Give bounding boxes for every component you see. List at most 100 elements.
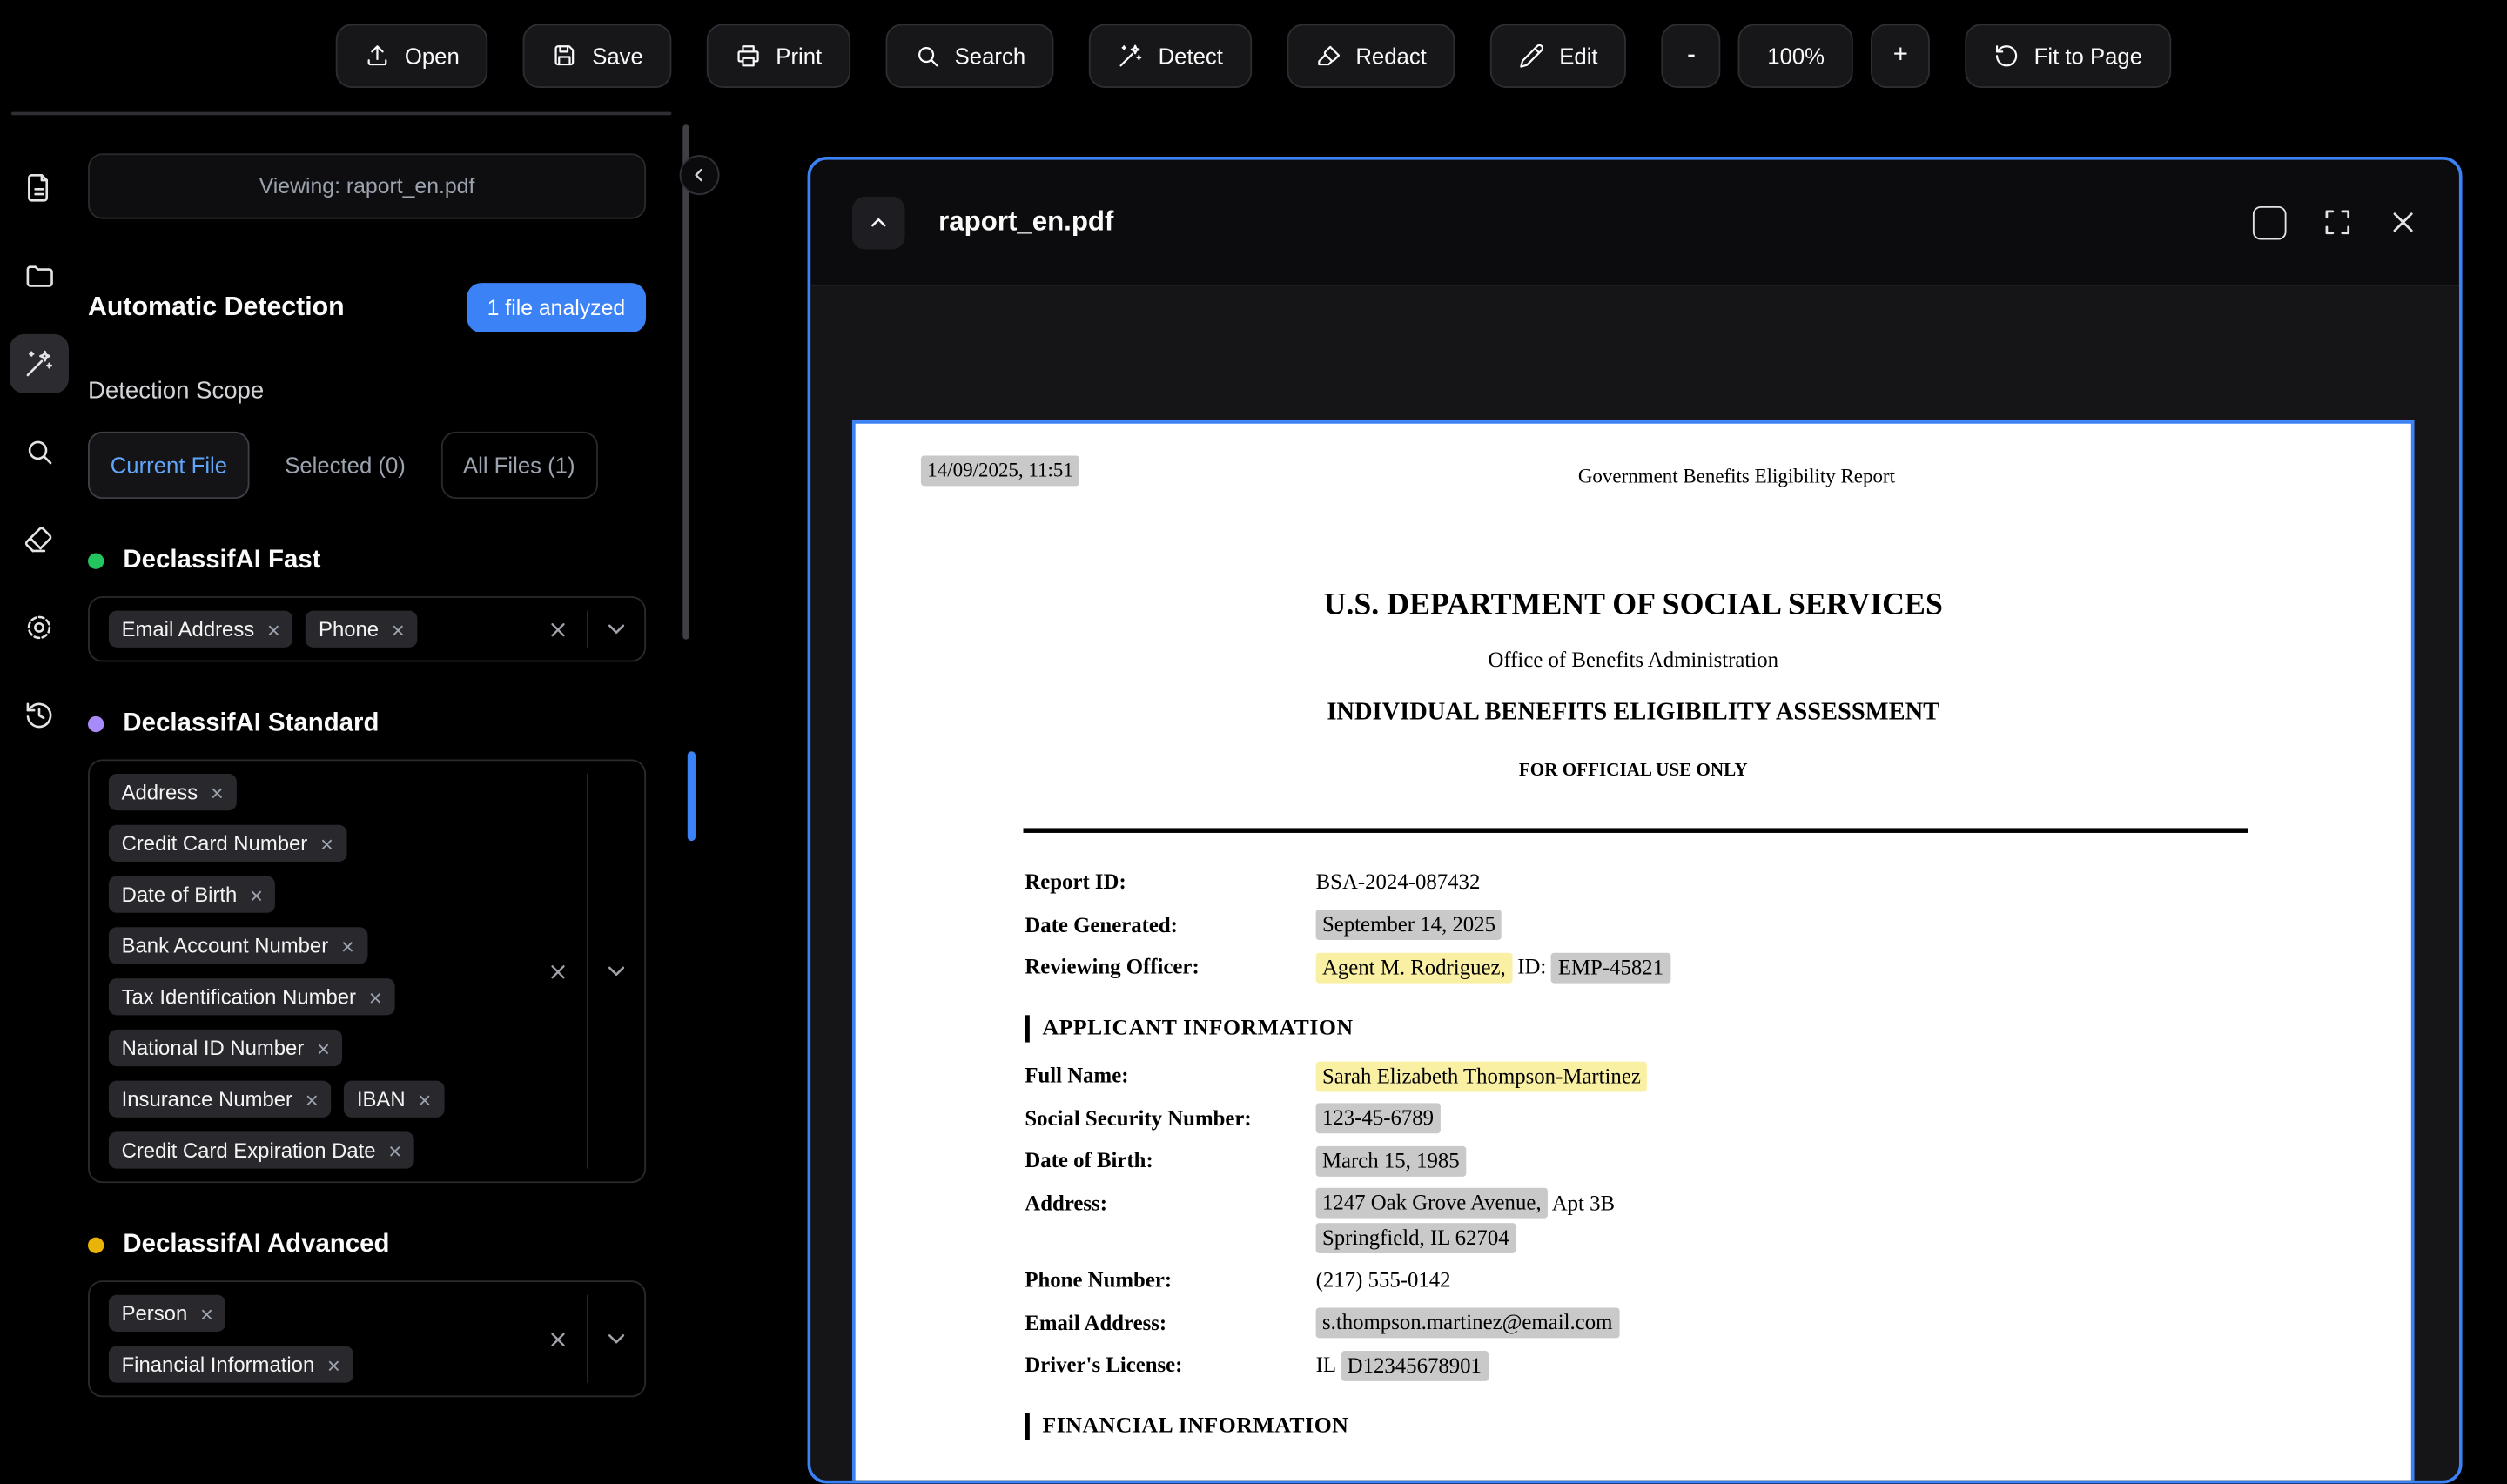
doc-field-value: Agent M. Rodriguez, ID: EMP-45821 bbox=[1316, 953, 2272, 980]
doc-field-row: Email Address:s.thompson.martinez@email.… bbox=[1025, 1308, 2272, 1335]
doc-field-row: Full Name:Sarah Elizabeth Thompson-Marti… bbox=[1025, 1062, 2272, 1089]
doc-value-line: s.thompson.martinez@email.com bbox=[1316, 1308, 2272, 1335]
print-button[interactable]: Print bbox=[707, 24, 850, 88]
rotate-ccw-icon bbox=[1994, 44, 2020, 69]
save-button-label: Save bbox=[592, 44, 643, 69]
chip-remove-icon[interactable]: × bbox=[418, 1088, 431, 1111]
rail-redact-button[interactable] bbox=[9, 510, 68, 569]
detection-type-select-declassifai-advanced: Person×Financial Information× bbox=[88, 1280, 646, 1397]
page-frame-button[interactable] bbox=[2253, 205, 2287, 239]
chevron-up-icon bbox=[867, 211, 891, 235]
zoom-controls: - 100% + bbox=[1662, 24, 1930, 88]
scope-tab-current-file[interactable]: Current File bbox=[88, 432, 250, 499]
doc-field-value: Sarah Elizabeth Thompson-Martinez bbox=[1316, 1062, 2272, 1089]
redaction-highlight-gray[interactable]: 1247 Oak Grove Avenue, bbox=[1316, 1188, 1548, 1219]
chip-remove-icon[interactable]: × bbox=[327, 1353, 340, 1376]
dropdown-chevron-button[interactable] bbox=[588, 1326, 644, 1353]
clear-all-button[interactable] bbox=[529, 1327, 587, 1350]
doc-assessment-title: INDIVIDUAL BENEFITS ELIGIBILITY ASSESSME… bbox=[856, 699, 2411, 728]
group-status-dot bbox=[88, 1238, 104, 1253]
chip-remove-icon[interactable]: × bbox=[320, 832, 333, 855]
chip-row: Insurance Number×IBAN× bbox=[109, 1081, 529, 1118]
panel-header: Automatic Detection 1 file analyzed bbox=[88, 283, 646, 332]
rail-detect-button[interactable] bbox=[9, 334, 68, 393]
search-button[interactable]: Search bbox=[886, 24, 1055, 88]
detection-group-name: DeclassifAI Fast bbox=[123, 547, 320, 575]
redaction-highlight-yellow[interactable]: Sarah Elizabeth Thompson-Martinez bbox=[1316, 1061, 1648, 1091]
chip-remove-icon[interactable]: × bbox=[200, 1302, 213, 1325]
redaction-highlight-gray[interactable]: September 14, 2025 bbox=[1316, 910, 1502, 940]
open-button[interactable]: Open bbox=[336, 24, 488, 88]
redaction-highlight-gray[interactable]: March 15, 1985 bbox=[1316, 1145, 1466, 1176]
doc-value-line: September 14, 2025 bbox=[1316, 910, 2272, 937]
chip-remove-icon[interactable]: × bbox=[388, 1139, 401, 1162]
dropdown-chevron-button[interactable] bbox=[588, 615, 644, 642]
save-button[interactable]: Save bbox=[523, 24, 672, 88]
detection-groups: DeclassifAI Fast Email Address×Phone× Decl… bbox=[88, 547, 646, 1397]
redaction-highlight-gray[interactable]: EMP-45821 bbox=[1552, 952, 1670, 983]
chip-remove-icon[interactable]: × bbox=[341, 935, 354, 957]
close-viewer-button[interactable] bbox=[2389, 208, 2417, 237]
group-status-dot bbox=[88, 716, 104, 732]
chip-remove-icon[interactable]: × bbox=[306, 1088, 319, 1111]
chip-label: Date of Birth bbox=[122, 883, 238, 907]
chip-label: Address bbox=[122, 780, 198, 804]
doc-text: Apt 3B bbox=[1548, 1190, 1615, 1214]
dropdown-chevron-button[interactable] bbox=[588, 957, 644, 984]
files-analyzed-badge: 1 file analyzed bbox=[467, 283, 646, 332]
doc-section-heading: APPLICANT INFORMATION bbox=[1025, 1015, 2272, 1042]
detection-group-header: DeclassifAI Standard bbox=[88, 710, 646, 739]
clear-all-button[interactable] bbox=[529, 618, 587, 641]
scope-tab-all-files-1[interactable]: All Files (1) bbox=[440, 432, 597, 499]
doc-value-line: 123-45-6789 bbox=[1316, 1104, 2272, 1131]
chip-national-id-number: National ID Number× bbox=[109, 1030, 343, 1066]
zoom-level-button[interactable]: 100% bbox=[1738, 24, 1853, 88]
chip-remove-icon[interactable]: × bbox=[369, 985, 382, 1008]
edit-button[interactable]: Edit bbox=[1490, 24, 1626, 88]
redact-button[interactable]: Redact bbox=[1287, 24, 1455, 88]
chip-remove-icon[interactable]: × bbox=[392, 618, 405, 641]
rail-history-button[interactable] bbox=[9, 686, 68, 745]
viewing-file-label: Viewing: raport_en.pdf bbox=[259, 174, 475, 198]
redaction-highlight-gray[interactable]: 123-45-6789 bbox=[1316, 1103, 1441, 1133]
redaction-highlight-yellow[interactable]: Agent M. Rodriguez, bbox=[1316, 952, 1512, 983]
rail-search-button[interactable] bbox=[9, 422, 68, 481]
scope-tab-selected-0[interactable]: Selected (0) bbox=[262, 432, 427, 499]
viewer-canvas[interactable]: 14/09/2025, 11:51 Government Benefits El… bbox=[810, 286, 2459, 1481]
detection-type-select-declassifai-standard: Address×Credit Card Number×Date of Birth… bbox=[88, 759, 646, 1183]
rail-files-button[interactable] bbox=[9, 246, 68, 306]
pencil-icon bbox=[1519, 44, 1544, 69]
redaction-highlight-gray[interactable]: D12345678901 bbox=[1341, 1350, 1488, 1380]
chip-bank-account-number: Bank Account Number× bbox=[109, 927, 367, 964]
collapse-panel-button[interactable] bbox=[680, 155, 720, 195]
scroll-position-indicator bbox=[688, 751, 696, 841]
clear-all-button[interactable] bbox=[529, 960, 587, 983]
chip-remove-icon[interactable]: × bbox=[317, 1037, 330, 1059]
rail-documents-button[interactable] bbox=[9, 158, 68, 218]
doc-field-row: Reviewing Officer:Agent M. Rodriguez, ID… bbox=[1025, 953, 2272, 980]
doc-field-label: Date of Birth: bbox=[1025, 1146, 1315, 1173]
zoom-in-button[interactable]: + bbox=[1871, 24, 1930, 88]
collapse-viewer-button[interactable] bbox=[852, 196, 905, 249]
chip-remove-icon[interactable]: × bbox=[211, 781, 224, 803]
search-button-label: Search bbox=[955, 44, 1025, 69]
doc-field-value: IL D12345678901 bbox=[1316, 1351, 2272, 1378]
chip-remove-icon[interactable]: × bbox=[250, 883, 263, 906]
detect-button[interactable]: Detect bbox=[1090, 24, 1252, 88]
selected-detection-types: Email Address×Phone× bbox=[109, 611, 529, 648]
doc-field-label: Social Security Number: bbox=[1025, 1104, 1315, 1131]
redaction-highlight-gray[interactable]: Springfield, IL 62704 bbox=[1316, 1223, 1516, 1253]
chevron-down-icon bbox=[602, 615, 629, 642]
zoom-out-button[interactable]: - bbox=[1662, 24, 1721, 88]
chip-remove-icon[interactable]: × bbox=[267, 618, 280, 641]
panel-scrollbar[interactable] bbox=[682, 124, 689, 639]
redaction-highlight-gray[interactable]: s.thompson.martinez@email.com bbox=[1316, 1307, 1619, 1338]
fullscreen-button[interactable] bbox=[2323, 208, 2352, 237]
doc-header-date redaction-highlight[interactable]: 14/09/2025, 11:51 bbox=[921, 455, 1079, 486]
chevron-left-icon bbox=[689, 165, 710, 185]
rail-settings-button[interactable] bbox=[9, 598, 68, 657]
doc-value-line: Agent M. Rodriguez, ID: EMP-45821 bbox=[1316, 953, 2272, 980]
fit-to-page-button[interactable]: Fit to Page bbox=[1966, 24, 2171, 88]
doc-field-value: s.thompson.martinez@email.com bbox=[1316, 1308, 2272, 1335]
pdf-page[interactable]: 14/09/2025, 11:51 Government Benefits El… bbox=[852, 420, 2414, 1481]
